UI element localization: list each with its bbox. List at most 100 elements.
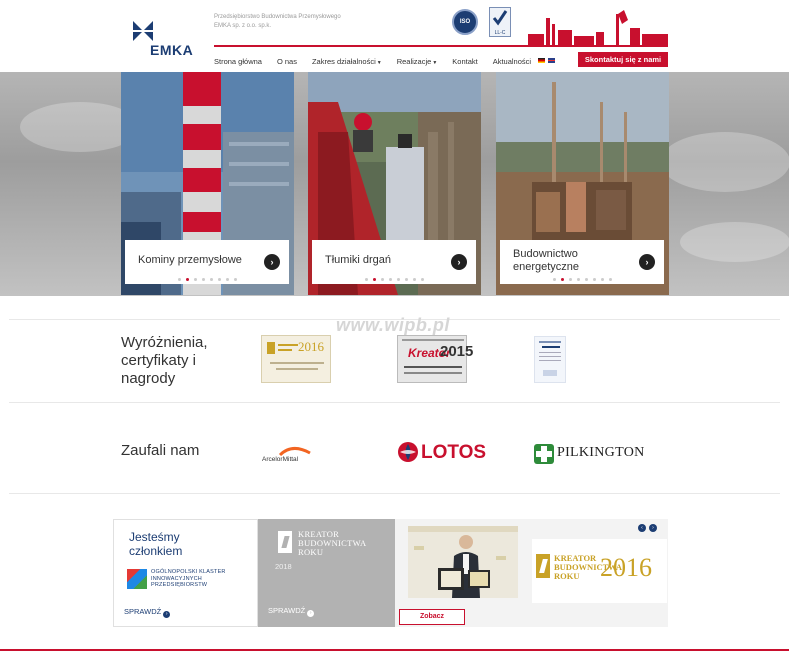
carousel-dot[interactable]: [194, 278, 197, 281]
contact-us-button[interactable]: Skontaktuj się z nami: [578, 52, 668, 67]
carousel-dot[interactable]: [234, 278, 237, 281]
carousel-dot[interactable]: [202, 278, 205, 281]
header: EMKA Przedsiębiorstwo Budownictwa Przemy…: [0, 0, 789, 72]
emka-logo-mark-icon: [131, 19, 155, 43]
service-card-dampers[interactable]: Tłumiki drgań ›: [308, 72, 481, 295]
lotos-logo-text: LOTOS: [421, 442, 487, 463]
carousel-dot[interactable]: [178, 278, 181, 281]
check-link[interactable]: SPRAWDŹ ›: [268, 606, 315, 617]
logo-text: EMKA: [150, 42, 194, 58]
card-title: Tłumiki drgań: [325, 254, 392, 266]
check-link[interactable]: SPRAWDŹ ›: [124, 607, 171, 618]
chevron-down-icon: ▼: [432, 59, 438, 66]
carousel-dot[interactable]: [421, 278, 424, 281]
kreator-year: 2016: [600, 553, 652, 582]
award-ceremony-photo[interactable]: [408, 526, 518, 598]
card-title: Kominy przemysłowe: [138, 254, 242, 266]
service-card-power[interactable]: Budownictwo energetyczne ›: [496, 72, 669, 295]
nav-item-about[interactable]: O nas: [277, 57, 297, 66]
pilkington-logo[interactable]: PILKINGTON: [533, 443, 648, 465]
kreator-logo-icon: [536, 554, 550, 578]
pilkington-emblem-icon: [534, 444, 554, 464]
arrow-right-icon[interactable]: ›: [264, 254, 280, 270]
klaster-logo[interactable]: OGÓLNOPOLSKI KLASTER INNOWACYJNYCH PRZED…: [127, 569, 239, 591]
carousel-dot[interactable]: [577, 278, 580, 281]
carousel-dot[interactable]: [389, 278, 392, 281]
carousel-dot[interactable]: [585, 278, 588, 281]
arcelormittal-logo[interactable]: ArcelorMittal: [262, 443, 322, 465]
nav-item-home[interactable]: Strona główna: [214, 57, 262, 66]
carousel-dot[interactable]: [413, 278, 416, 281]
nav-label: Kontakt: [452, 56, 478, 66]
nav-label: Realizacje: [396, 56, 432, 66]
award-year: 2015: [440, 343, 474, 360]
nav-label: O nas: [276, 56, 297, 66]
carousel-dot[interactable]: [397, 278, 400, 281]
carousel-dot[interactable]: [218, 278, 221, 281]
flag-de-icon[interactable]: [538, 58, 545, 63]
membership-title: Jesteśmy członkiem: [129, 530, 183, 558]
award-certificate-2016[interactable]: 2016: [261, 335, 331, 383]
carousel-dots: [496, 278, 669, 281]
kreator-logo-icon: [267, 342, 275, 354]
carousel-dot[interactable]: [593, 278, 596, 281]
language-switcher: [538, 58, 555, 63]
kreator-year: 2018: [275, 562, 292, 571]
service-card-chimneys[interactable]: Kominy przemysłowe ›: [121, 72, 294, 295]
iso-badge-text: ISO: [459, 19, 471, 25]
carousel-dot[interactable]: [553, 278, 556, 281]
nav-item-news[interactable]: Aktualności: [493, 57, 531, 66]
company-name: Przedsiębiorstwo Budownictwa Przemysłowe…: [214, 14, 341, 29]
llc-certificate-badge: LL-C: [489, 7, 511, 37]
award-certificate-2015[interactable]: Kreator 2015: [397, 335, 473, 383]
flag-en-icon[interactable]: [548, 58, 555, 63]
carousel-dot[interactable]: [609, 278, 612, 281]
section-divider: [9, 402, 780, 403]
footer-divider: [0, 649, 789, 651]
chevron-down-icon: ▼: [376, 59, 382, 66]
partners-title: Zaufali nam: [121, 442, 200, 459]
arcelor-logo-text: ArcelorMittal: [262, 456, 299, 463]
nav-label: Strona główna: [214, 56, 262, 66]
award-year: 2016: [298, 339, 324, 354]
carousel-dot[interactable]: [373, 278, 376, 281]
carousel-dot[interactable]: [381, 278, 384, 281]
arrow-right-icon[interactable]: ›: [451, 254, 467, 270]
carousel-dot[interactable]: [186, 278, 189, 281]
lotos-flower-icon: [398, 442, 418, 462]
nav-item-scope[interactable]: Zakres działalności▼: [312, 57, 382, 66]
membership-panel: Jesteśmy członkiem OGÓLNOPOLSKI KLASTER …: [113, 519, 258, 627]
pilkington-logo-text: PILKINGTON: [557, 445, 645, 460]
carousel-dot[interactable]: [210, 278, 213, 281]
carousel-dots: [121, 278, 294, 281]
next-arrow-icon[interactable]: ›: [649, 524, 657, 532]
view-button[interactable]: Zobacz: [399, 609, 465, 625]
panel-pager: ‹ ›: [638, 524, 657, 532]
link-label: SPRAWDŹ: [124, 607, 162, 616]
carousel-dots: [308, 278, 481, 281]
awards-title: Wyróżnienia, certyfikaty i nagrody: [121, 334, 208, 387]
nav-label: Aktualności: [492, 56, 532, 66]
arcelormittal-swoosh-icon: [278, 447, 311, 457]
carousel-dot[interactable]: [569, 278, 572, 281]
nav-item-contact[interactable]: Kontakt: [452, 57, 477, 66]
nav-label: Zakres działalności: [311, 56, 376, 66]
checkmark-icon: [492, 10, 508, 26]
nav-item-projects[interactable]: Realizacje▼: [397, 57, 438, 66]
lotos-logo[interactable]: LOTOS: [397, 441, 486, 463]
prev-arrow-icon[interactable]: ‹: [638, 524, 646, 532]
carousel-dot[interactable]: [601, 278, 604, 281]
kreator-2016-logo: KREATOR BUDOWNICTWA ROKU 2016: [532, 539, 667, 603]
carousel-dot[interactable]: [561, 278, 564, 281]
section-divider: [9, 493, 780, 494]
llc-badge-text: LL-C: [494, 30, 506, 36]
kreator-2018-panel: KREATOR BUDOWNICTWA ROKU 2018 SPRAWDŹ ›: [258, 519, 395, 627]
arrow-right-icon[interactable]: ›: [639, 254, 655, 270]
klaster-text: OGÓLNOPOLSKI KLASTER INNOWACYJNYCH PRZED…: [151, 569, 226, 588]
industrial-skyline-icon: [528, 10, 668, 46]
award-certificate-document[interactable]: [534, 336, 566, 383]
carousel-dot[interactable]: [405, 278, 408, 281]
carousel-dot[interactable]: [365, 278, 368, 281]
carousel-dot[interactable]: [226, 278, 229, 281]
klaster-mark-icon: [127, 569, 147, 589]
